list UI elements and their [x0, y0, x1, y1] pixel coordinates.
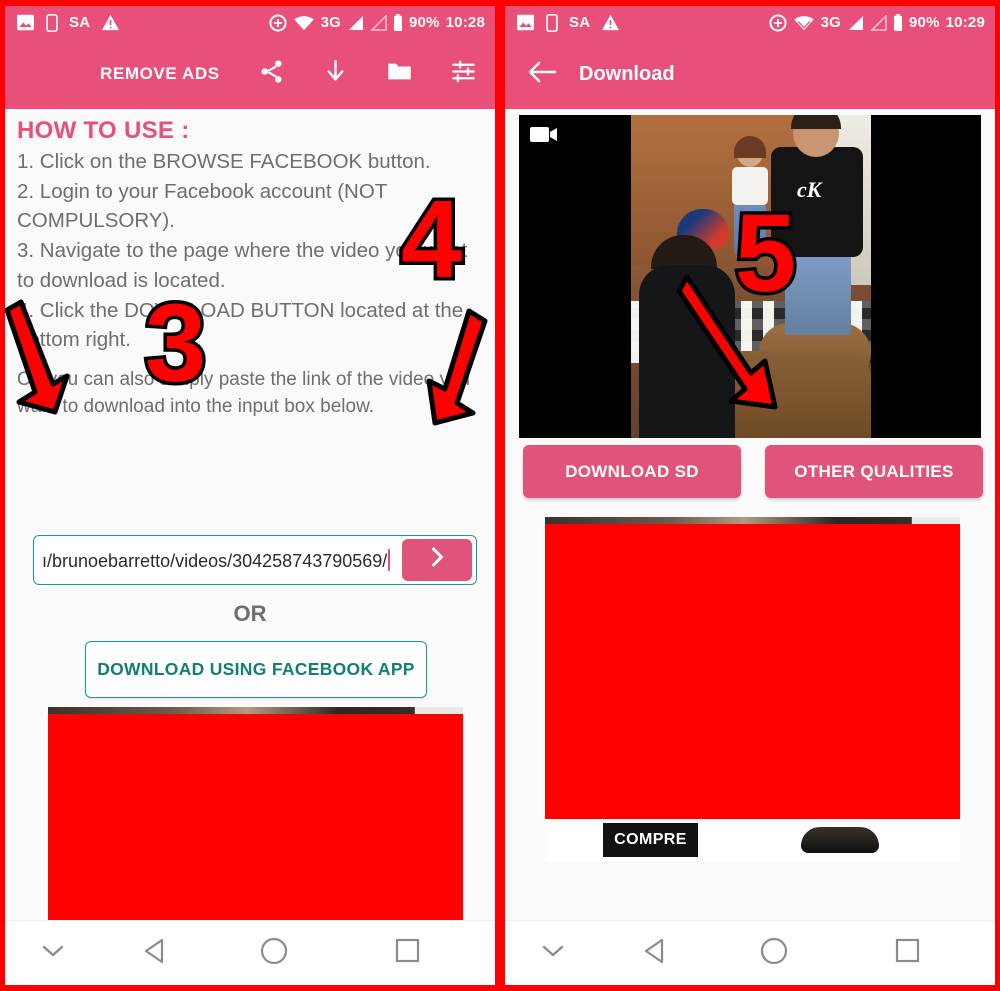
status-right-icons: 3G 90% 10:29: [769, 13, 985, 32]
chevron-down-icon: [42, 944, 64, 963]
wifi-icon: [293, 15, 315, 31]
text-caret: [388, 548, 391, 571]
chevron-right-icon: [428, 546, 447, 575]
status-bar-right: SA 3G 90% 10:29: [505, 6, 995, 39]
how-to-use-heading: HOW TO USE :: [17, 117, 190, 144]
ad-banner-right[interactable]: [545, 517, 960, 819]
battery-icon: [393, 14, 403, 31]
annotation-number-4: 4: [397, 178, 465, 301]
url-input[interactable]: ı/brunoebarretto/videos/304258743790569/: [34, 548, 402, 572]
status-bar-left: SA 3G 90% 10:28: [5, 6, 495, 39]
ad-banner-left[interactable]: [48, 707, 463, 931]
nav-back-button[interactable]: [601, 938, 707, 969]
battery-percent-label: 90%: [409, 14, 440, 31]
warning-icon: [101, 14, 120, 31]
ad-close-corner[interactable]: [911, 517, 960, 524]
annotation-arrow-3: [5, 299, 70, 415]
signal-bars-icon: [347, 15, 364, 31]
nav-hide-keyboard-button[interactable]: [5, 944, 101, 963]
ad-cta-button[interactable]: COMPRE: [603, 823, 698, 857]
clock-label: 10:29: [945, 14, 985, 31]
warning-icon: [601, 14, 620, 31]
folder-icon: [386, 58, 413, 90]
ad-image-strip: [48, 707, 463, 714]
image-icon: [516, 14, 535, 31]
signal-bars-empty-icon: [870, 13, 887, 31]
status-left-icons: SA: [505, 13, 620, 32]
other-qualities-button[interactable]: OTHER QUALITIES: [765, 445, 983, 498]
nav-hide-keyboard-button[interactable]: [505, 944, 601, 963]
right-content-area: D & TTO cK: [505, 109, 995, 985]
download-using-facebook-app-button[interactable]: DOWNLOAD USING FACEBOOK APP: [85, 641, 427, 698]
share-icon: [258, 58, 285, 90]
share-button[interactable]: [239, 58, 303, 90]
status-left-icons: SA: [5, 13, 120, 32]
recents-square-icon: [895, 938, 920, 968]
settings-sliders-icon: [450, 58, 477, 90]
carrier-label: SA: [569, 14, 591, 31]
ad-product-image: [801, 827, 879, 853]
android-navbar-left: [5, 920, 495, 985]
network-type-label: 3G: [820, 14, 841, 31]
nav-home-button[interactable]: [207, 937, 341, 970]
woman-hair: [734, 136, 766, 158]
back-triangle-icon: [642, 938, 666, 969]
signal-bars-icon: [847, 15, 864, 31]
battery-icon: [893, 14, 903, 31]
url-value: ı/brunoebarretto/videos/304258743790569/: [42, 550, 388, 571]
back-triangle-icon: [142, 938, 166, 969]
sim-card-icon: [546, 13, 558, 32]
arrow-left-icon: [527, 61, 557, 88]
add-circle-icon: [769, 13, 787, 32]
back-button[interactable]: [527, 60, 557, 89]
sim-card-icon: [46, 13, 58, 32]
right-phone-screen: SA 3G 90% 10:29 Download cK DOWNLOAD SD …: [505, 6, 995, 985]
video-camera-icon: [529, 123, 559, 150]
left-phone-screen: SA 3G 90% 10:28 REMOVE ADS HOW TO USE: …: [5, 6, 495, 985]
nav-recents-button[interactable]: [841, 938, 973, 968]
nav-recents-button[interactable]: [341, 938, 473, 968]
carrier-label: SA: [69, 14, 91, 31]
chevron-down-icon: [542, 944, 564, 963]
instruction-step: 1. Click on the BROWSE FACEBOOK button.: [17, 150, 431, 173]
settings-button[interactable]: [431, 58, 495, 90]
page-title: Download: [579, 62, 675, 85]
nav-home-button[interactable]: [707, 937, 841, 970]
ad-close-corner[interactable]: [414, 707, 463, 714]
url-input-row[interactable]: ı/brunoebarretto/videos/304258743790569/: [33, 535, 477, 585]
downloads-button[interactable]: [303, 58, 367, 90]
image-icon: [16, 14, 35, 31]
nav-back-button[interactable]: [101, 938, 207, 969]
home-circle-icon: [260, 937, 288, 970]
battery-percent-label: 90%: [909, 14, 940, 31]
annotation-number-3: 3: [141, 282, 209, 405]
android-navbar-right: [505, 920, 995, 985]
annotation-arrow-4: [426, 308, 488, 426]
man-hair: [791, 115, 841, 129]
home-circle-icon: [760, 937, 788, 970]
download-sd-button[interactable]: DOWNLOAD SD: [523, 445, 741, 498]
left-content-area: HOW TO USE : 1. Click on the BROWSE FACE…: [5, 117, 495, 985]
folder-button[interactable]: [367, 58, 431, 90]
clock-label: 10:28: [445, 14, 485, 31]
recents-square-icon: [395, 938, 420, 968]
signal-bars-empty-icon: [370, 13, 387, 31]
add-circle-icon: [269, 13, 287, 32]
remove-ads-button[interactable]: REMOVE ADS: [100, 64, 220, 84]
app-toolbar-right: Download: [505, 39, 995, 109]
or-separator-label: OR: [233, 601, 267, 626]
submit-url-button[interactable]: [402, 539, 472, 581]
download-icon: [322, 58, 349, 90]
annotation-arrow-5: [676, 274, 778, 410]
download-buttons-row: DOWNLOAD SD OTHER QUALITIES: [523, 445, 983, 498]
toolbar-actions: [239, 58, 495, 90]
ad-image-strip: [545, 517, 960, 524]
app-toolbar-left: REMOVE ADS: [5, 39, 495, 109]
screenshot-frame: SA 3G 90% 10:28 REMOVE ADS HOW TO USE: …: [0, 0, 1000, 991]
brand-text: cK: [797, 177, 822, 202]
wifi-icon: [793, 15, 815, 31]
network-type-label: 3G: [320, 14, 341, 31]
status-right-icons: 3G 90% 10:28: [269, 13, 485, 32]
